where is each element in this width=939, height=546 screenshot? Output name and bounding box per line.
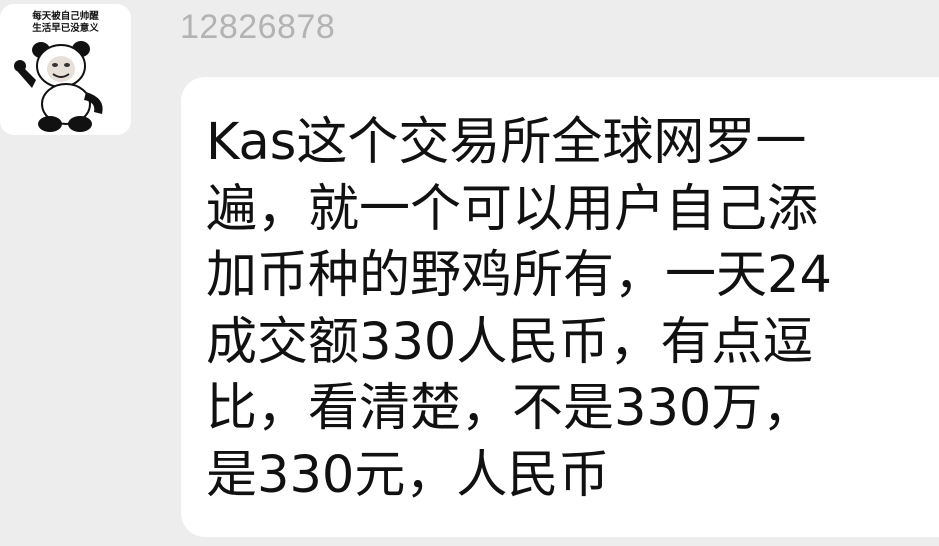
avatar-caption-line: 每天被自己帅醒 [32, 11, 99, 22]
message-line: 加币种的野鸡所有，一天24 [206, 246, 832, 305]
avatar-caption: 每天被自己帅醒 生活早已没意义 [0, 11, 131, 35]
message-line: 是330元，人民币 [206, 445, 610, 505]
avatar-caption-line: 生活早已没意义 [32, 23, 99, 34]
message-text: Kas这个交易所全球网罗一 遍，就一个可以用户自己添 加币种的野鸡所有，一天24… [206, 110, 906, 509]
message-line: 遍，就一个可以用户自己添 [206, 179, 819, 239]
message-line: 比，看清楚，不是330万， [206, 379, 814, 438]
panda-meme-icon [14, 41, 103, 132]
sender-id: 12826878 [180, 8, 336, 46]
avatar[interactable]: 每天被自己帅醒 生活早已没意义 [0, 4, 131, 135]
message-line: Kas这个交易所全球网罗一 [206, 113, 807, 172]
message-line: 成交额330人民币，有点逗 [206, 312, 814, 372]
